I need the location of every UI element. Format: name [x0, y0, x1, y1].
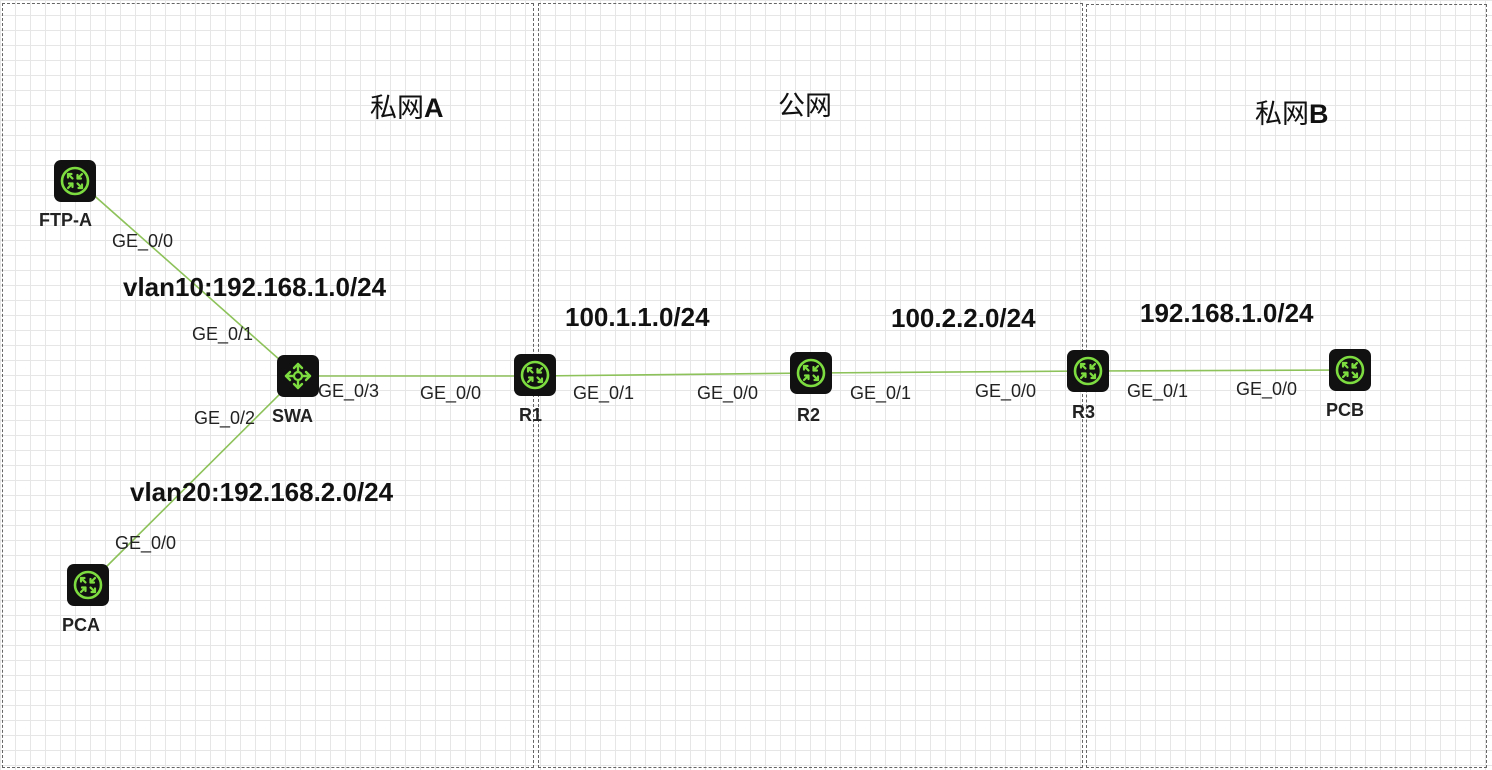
device-label-swa: SWA: [272, 406, 314, 426]
port-label-r1-ge00: GE_0/0: [420, 383, 482, 403]
port-label-ftp-a-ge00: GE_0/0: [112, 231, 174, 251]
device-pca[interactable]: [67, 564, 109, 606]
device-label-ftp-a: FTP-A: [39, 210, 92, 230]
device-label-pcb: PCB: [1326, 400, 1365, 420]
device-pcb[interactable]: [1329, 349, 1371, 391]
port-label-r3-ge00: GE_0/0: [975, 381, 1037, 401]
port-label-r2-ge01: GE_0/1: [850, 383, 912, 403]
switch-icon: [282, 360, 314, 392]
network-label-r2-r3: 100.2.2.0/24: [891, 303, 1036, 333]
device-label-r3: R3: [1072, 402, 1096, 422]
device-r1[interactable]: [514, 354, 556, 396]
network-label-r1-r2: 100.1.1.0/24: [565, 302, 710, 332]
port-label-r2-ge00: GE_0/0: [697, 383, 759, 403]
router-icon: [59, 165, 91, 197]
device-swa[interactable]: [277, 355, 319, 397]
link-r2-r3: [810, 370, 1089, 374]
port-label-r1-ge01: GE_0/1: [573, 383, 635, 403]
link-r1-r2: [534, 372, 812, 377]
network-label-vlan10: vlan10:192.168.1.0/24: [123, 272, 387, 302]
link-r3-pcb: [1087, 369, 1351, 372]
device-r3[interactable]: [1067, 350, 1109, 392]
port-label-pca-ge00: GE_0/0: [115, 533, 177, 553]
device-r2[interactable]: [790, 352, 832, 394]
router-icon: [72, 569, 104, 601]
port-label-swa-ge01: GE_0/1: [192, 324, 254, 344]
port-label-r3-ge01: GE_0/1: [1127, 381, 1189, 401]
port-label-swa-ge02: GE_0/2: [194, 408, 256, 428]
network-label-r3-pcb: 192.168.1.0/24: [1140, 298, 1314, 328]
network-label-vlan20: vlan20:192.168.2.0/24: [130, 477, 394, 507]
router-icon: [795, 357, 827, 389]
device-label-r2: R2: [797, 405, 821, 425]
router-icon: [1334, 354, 1366, 386]
router-icon: [1072, 355, 1104, 387]
device-label-pca: PCA: [62, 615, 101, 635]
device-label-r1: R1: [519, 405, 543, 425]
device-ftp-a[interactable]: [54, 160, 96, 202]
router-icon: [519, 359, 551, 391]
port-label-swa-ge03: GE_0/3: [318, 381, 380, 401]
port-label-pcb-ge00: GE_0/0: [1236, 379, 1298, 399]
